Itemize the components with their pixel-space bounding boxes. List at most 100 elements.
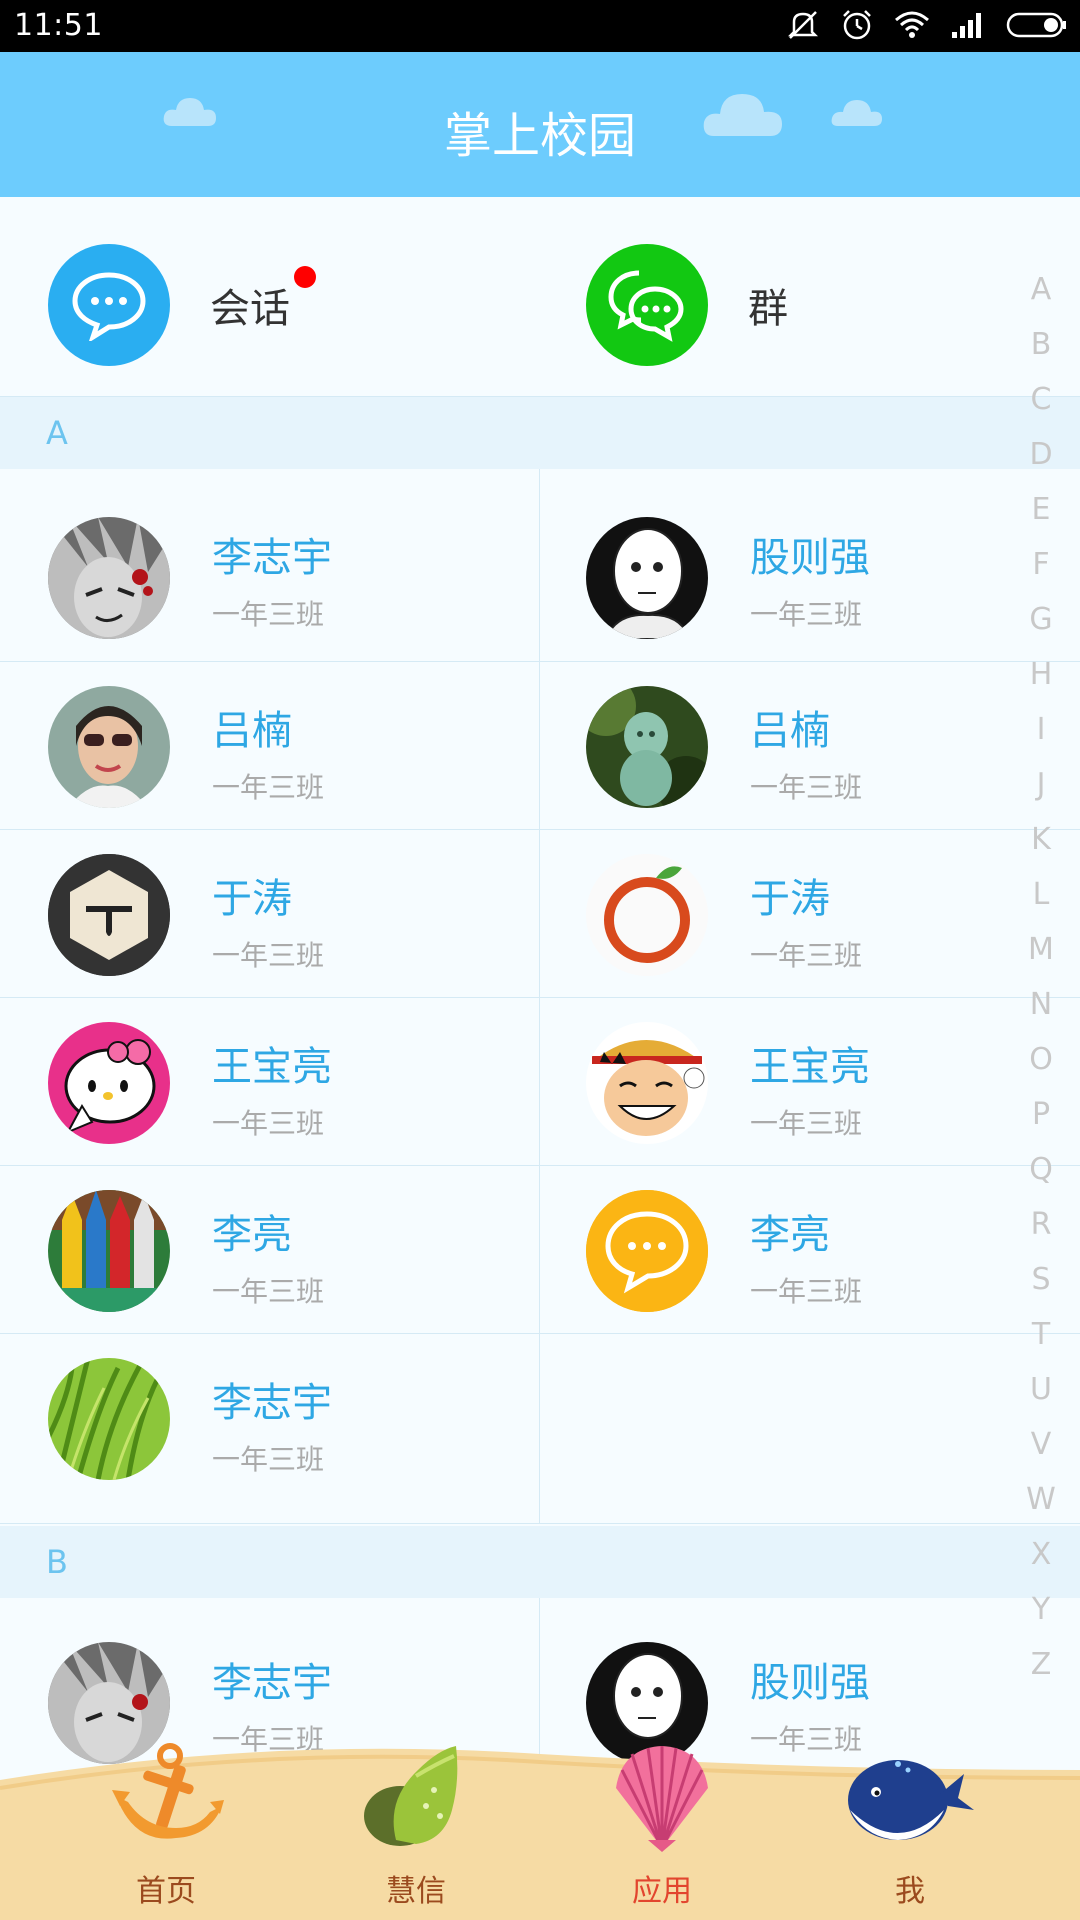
- cloud-icon: [831, 100, 882, 126]
- index-letter[interactable]: I: [1016, 702, 1066, 757]
- seashell-icon: [616, 1746, 708, 1852]
- index-letter[interactable]: F: [1016, 537, 1066, 592]
- index-letter[interactable]: V: [1016, 1417, 1066, 1472]
- contact-class: 一年三班: [212, 939, 325, 972]
- avatar: [586, 854, 708, 976]
- status-bar: 11:51: [0, 0, 1080, 52]
- index-letter[interactable]: P: [1016, 1087, 1066, 1142]
- contact-name: 李志宇: [212, 1660, 332, 1706]
- index-letter[interactable]: Z: [1016, 1637, 1066, 1692]
- contact-name: 于涛: [750, 876, 830, 922]
- group-chat-icon: [586, 244, 708, 366]
- nav-me[interactable]: 我: [810, 1740, 1010, 1920]
- contact-name: 吕楠: [212, 708, 292, 754]
- nav-label-me: 我: [895, 1874, 925, 1909]
- contact-name: 李亮: [750, 1212, 830, 1258]
- nav-apps[interactable]: 应用: [562, 1740, 762, 1920]
- index-letter[interactable]: G: [1016, 592, 1066, 647]
- contact-item[interactable]: 于涛 一年三班: [540, 830, 1080, 997]
- avatar: [586, 686, 708, 808]
- contact-class: 一年三班: [212, 598, 325, 631]
- index-letter[interactable]: U: [1016, 1362, 1066, 1417]
- contact-class: 一年三班: [212, 1275, 325, 1308]
- avatar: [48, 854, 170, 976]
- index-letter[interactable]: K: [1016, 812, 1066, 867]
- avatar: [48, 1190, 170, 1312]
- alphabet-index[interactable]: A B C D E F G H I J K L M N O P Q R S T …: [1016, 262, 1066, 1692]
- index-letter[interactable]: X: [1016, 1527, 1066, 1582]
- index-letter[interactable]: Q: [1016, 1142, 1066, 1197]
- contact-item[interactable]: 王宝亮 一年三班: [0, 998, 540, 1165]
- shortcut-bar: 会话 群: [0, 197, 1080, 397]
- unread-badge: [294, 266, 316, 288]
- cloud-icon: [703, 94, 782, 136]
- whale-icon: [848, 1760, 974, 1840]
- nav-label-messages: 慧信: [386, 1874, 446, 1909]
- contact-class: 一年三班: [750, 939, 863, 972]
- contact-name: 股则强: [750, 535, 870, 581]
- shortcut-label-group: 群: [748, 286, 788, 332]
- page-title: 掌上校园: [443, 108, 636, 164]
- contact-class: 一年三班: [750, 598, 863, 631]
- index-letter[interactable]: L: [1016, 867, 1066, 922]
- contact-item[interactable]: 李亮 一年三班: [0, 1166, 540, 1333]
- avatar: [586, 517, 708, 639]
- nav-label-home: 首页: [136, 1874, 196, 1909]
- chat-icon: [48, 244, 170, 366]
- index-letter[interactable]: N: [1016, 977, 1066, 1032]
- index-letter[interactable]: A: [1016, 262, 1066, 317]
- contact-class: 一年三班: [212, 1107, 325, 1140]
- contact-item[interactable]: 股则强 一年三班: [540, 469, 1080, 661]
- contact-item[interactable]: 李亮 一年三班: [540, 1166, 1080, 1333]
- contact-item[interactable]: 吕楠 一年三班: [0, 662, 540, 829]
- index-letter[interactable]: B: [1016, 317, 1066, 372]
- anchor-icon: [112, 1743, 224, 1839]
- index-letter[interactable]: E: [1016, 482, 1066, 537]
- contact-item[interactable]: 吕楠 一年三班: [540, 662, 1080, 829]
- nav-messages[interactable]: 慧信: [316, 1740, 516, 1920]
- mute-icon: [787, 11, 819, 39]
- wifi-icon: [895, 11, 929, 38]
- index-letter[interactable]: H: [1016, 647, 1066, 702]
- nav-label-apps: 应用: [632, 1874, 692, 1909]
- contact-class: 一年三班: [212, 1443, 325, 1476]
- avatar: [48, 1022, 170, 1144]
- contact-class: 一年三班: [212, 771, 325, 804]
- contact-class: 一年三班: [750, 771, 863, 804]
- battery-icon: [1006, 12, 1066, 38]
- index-letter[interactable]: D: [1016, 427, 1066, 482]
- nav-home[interactable]: 首页: [66, 1740, 266, 1920]
- section-header-b: B: [0, 1526, 1080, 1598]
- contact-name: 股则强: [750, 1660, 870, 1706]
- avatar: [586, 1190, 708, 1312]
- contact-class: 一年三班: [750, 1107, 863, 1140]
- conch-icon: [364, 1746, 458, 1846]
- index-letter[interactable]: C: [1016, 372, 1066, 427]
- contact-item[interactable]: 于涛 一年三班: [0, 830, 540, 997]
- index-letter[interactable]: O: [1016, 1032, 1066, 1087]
- conversations-shortcut[interactable]: 会话: [48, 244, 316, 366]
- index-letter[interactable]: S: [1016, 1252, 1066, 1307]
- alarm-icon: [843, 10, 871, 40]
- contact-name: 于涛: [212, 876, 292, 922]
- group-shortcut[interactable]: 群: [586, 244, 788, 366]
- index-letter[interactable]: Y: [1016, 1582, 1066, 1637]
- index-letter[interactable]: M: [1016, 922, 1066, 977]
- bottom-nav: 首页 慧信 应用 我: [0, 1740, 1080, 1920]
- index-letter[interactable]: T: [1016, 1307, 1066, 1362]
- app-header: 掌上校园: [0, 52, 1080, 197]
- avatar: [586, 1022, 708, 1144]
- index-letter[interactable]: R: [1016, 1197, 1066, 1252]
- shortcut-label-conversations: 会话: [210, 286, 290, 332]
- contact-name: 李亮: [212, 1212, 292, 1258]
- contact-class: 一年三班: [750, 1275, 863, 1308]
- avatar: [48, 517, 170, 639]
- contact-item[interactable]: 李志宇 一年三班: [0, 469, 540, 661]
- section-header-a: A: [0, 397, 1080, 469]
- contact-item[interactable]: 王宝亮 一年三班: [540, 998, 1080, 1165]
- contact-name: 李志宇: [212, 1380, 332, 1426]
- status-time: 11:51: [14, 8, 103, 43]
- index-letter[interactable]: W: [1016, 1472, 1066, 1527]
- index-letter[interactable]: J: [1016, 757, 1066, 812]
- contact-item[interactable]: 李志宇 一年三班: [0, 1334, 540, 1523]
